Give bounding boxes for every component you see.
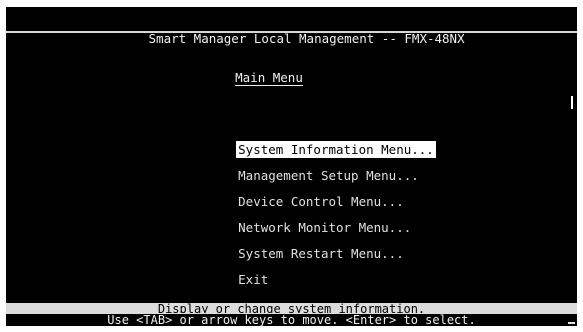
menu-item-system-information[interactable]: System Information Menu... xyxy=(188,120,436,158)
menu-item-system-restart[interactable]: System Restart Menu... xyxy=(188,224,436,261)
menu-item-label: Exit xyxy=(238,272,269,287)
resize-grip xyxy=(568,322,575,324)
menu-heading: Main Menu xyxy=(235,70,303,85)
menu-item-network-monitor[interactable]: Network Monitor Menu... xyxy=(188,198,436,235)
status-bar: Display or change system information. Us… xyxy=(6,303,577,326)
terminal-window: Smart Manager Local Management -- FMX-48… xyxy=(6,7,577,326)
app-title: Smart Manager Local Management -- FMX-48… xyxy=(148,31,465,46)
text-cursor xyxy=(571,96,573,109)
main-menu: System Information Menu... Management Se… xyxy=(188,120,436,287)
menu-item-exit[interactable]: Exit xyxy=(188,250,436,287)
menu-item-management-setup[interactable]: Management Setup Menu... xyxy=(188,146,436,183)
status-help: Use <TAB> or arrow keys to move. <Enter>… xyxy=(6,313,577,326)
menu-item-device-control[interactable]: Device Control Menu... xyxy=(188,172,436,209)
title-bar: Smart Manager Local Management -- FMX-48… xyxy=(6,9,577,46)
